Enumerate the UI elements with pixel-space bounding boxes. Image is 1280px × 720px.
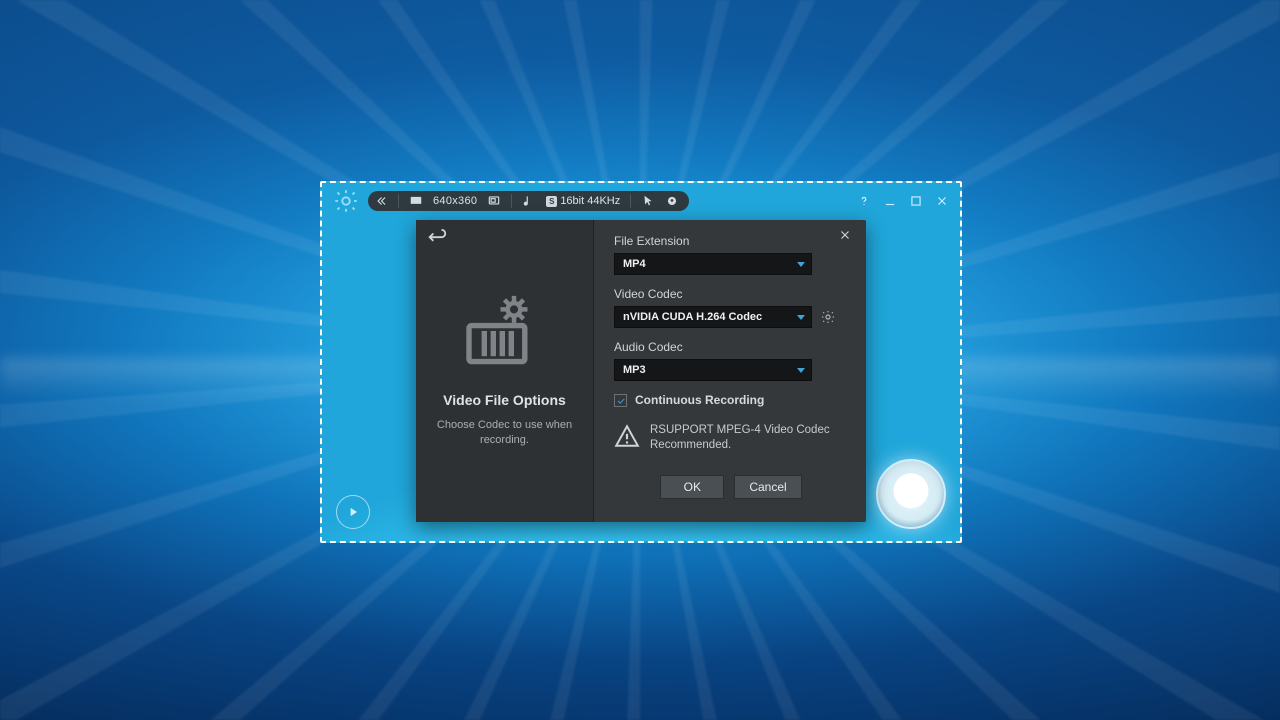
- cursor-icon[interactable]: [641, 194, 655, 208]
- video-codec-select[interactable]: nVIDIA CUDA H.264 Codec: [614, 306, 812, 328]
- dialog-title: Video File Options: [428, 392, 581, 408]
- screen-mode-icon[interactable]: [409, 194, 423, 208]
- audio-format-text: 16bit 44KHz: [560, 195, 620, 207]
- chevron-down-icon: [797, 315, 805, 320]
- continuous-recording-label: Continuous Recording: [635, 393, 764, 407]
- capture-frame: 640x360 S16bit 44KHz: [320, 181, 962, 543]
- continuous-recording-checkbox[interactable]: Continuous Recording: [614, 393, 848, 407]
- check-icon: [616, 395, 626, 405]
- maximize-icon[interactable]: [908, 193, 924, 209]
- warning-icon: [614, 423, 640, 449]
- warning-text: RSUPPORT MPEG-4 Video Codec Recommended.: [650, 423, 830, 453]
- field-file-extension: File Extension MP4: [614, 234, 848, 275]
- video-codec-label: Video Codec: [614, 287, 848, 301]
- help-icon[interactable]: [856, 193, 872, 209]
- resolution-label[interactable]: 640x360: [433, 195, 477, 207]
- close-icon[interactable]: [934, 193, 950, 209]
- field-audio-codec: Audio Codec MP3: [614, 340, 848, 381]
- field-video-codec: Video Codec nVIDIA CUDA H.264 Codec: [614, 287, 848, 328]
- dialog-form: File Extension MP4 Video Codec nVIDIA CU…: [594, 220, 866, 522]
- codec-warning: RSUPPORT MPEG-4 Video Codec Recommended.: [614, 423, 848, 453]
- back-icon[interactable]: [426, 228, 448, 250]
- webcam-icon[interactable]: [665, 194, 679, 208]
- toolbar-pill: 640x360 S16bit 44KHz: [368, 191, 689, 211]
- audio-icon[interactable]: [522, 194, 536, 208]
- video-codec-settings-icon[interactable]: [820, 309, 836, 325]
- film-gear-icon: [460, 286, 550, 376]
- dialog-description: Choose Codec to use when recording.: [428, 418, 581, 448]
- dialog-side-panel: Video File Options Choose Codec to use w…: [416, 220, 594, 522]
- audio-codec-select[interactable]: MP3: [614, 359, 812, 381]
- cancel-button[interactable]: Cancel: [734, 475, 801, 499]
- file-extension-value: MP4: [623, 258, 646, 270]
- play-button[interactable]: [336, 495, 370, 529]
- ok-button[interactable]: OK: [660, 475, 724, 499]
- toolbar: 640x360 S16bit 44KHz: [322, 183, 960, 219]
- video-options-dialog: Video File Options Choose Codec to use w…: [416, 220, 866, 522]
- audio-codec-value: MP3: [623, 364, 646, 376]
- video-codec-value: nVIDIA CUDA H.264 Codec: [623, 311, 762, 323]
- chevron-down-icon: [797, 262, 805, 267]
- window-mode-icon[interactable]: [487, 194, 501, 208]
- audio-format[interactable]: S16bit 44KHz: [546, 195, 620, 207]
- dialog-buttons: OK Cancel: [614, 475, 848, 499]
- file-extension-label: File Extension: [614, 234, 848, 248]
- audio-codec-label: Audio Codec: [614, 340, 848, 354]
- record-button[interactable]: [876, 459, 946, 529]
- collapse-icon[interactable]: [374, 194, 388, 208]
- window-controls: [856, 193, 950, 209]
- settings-gear-icon[interactable]: [332, 187, 360, 215]
- file-extension-select[interactable]: MP4: [614, 253, 812, 275]
- dialog-close-icon[interactable]: [838, 228, 856, 246]
- minimize-icon[interactable]: [882, 193, 898, 209]
- chevron-down-icon: [797, 368, 805, 373]
